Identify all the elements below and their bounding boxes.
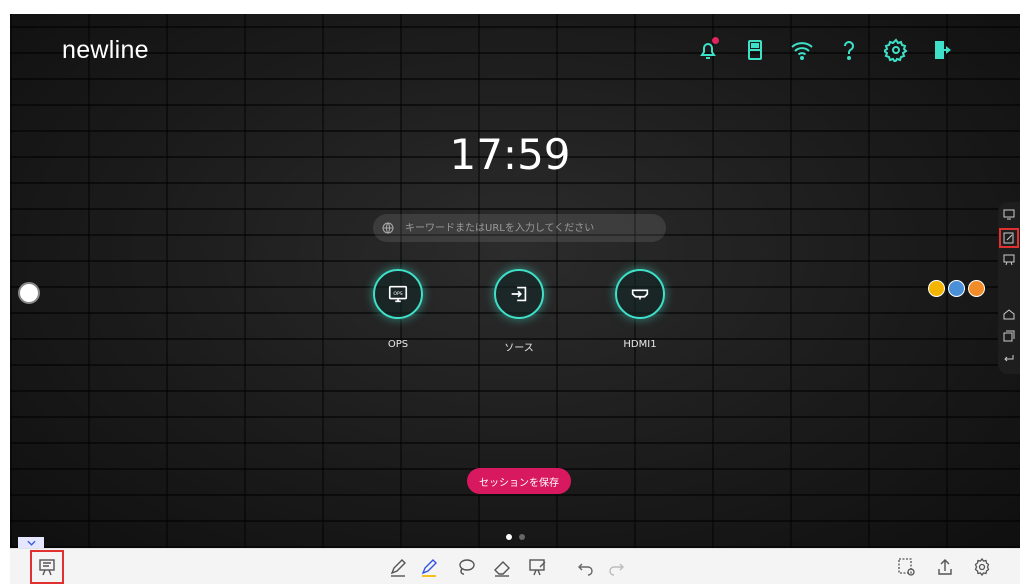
usb-button[interactable]: [737, 36, 773, 64]
exit-icon: [935, 41, 951, 59]
gear-icon: [974, 557, 990, 577]
settings-button[interactable]: [878, 36, 914, 64]
screen-annotate-icon: [529, 559, 546, 576]
lasso-button[interactable]: [453, 554, 479, 580]
app-ops[interactable]: OPS OPS: [358, 269, 438, 350]
hdmi-button[interactable]: [615, 269, 665, 319]
collapse-toolbar-button[interactable]: [18, 537, 44, 548]
quick-app-2-icon[interactable]: [948, 280, 965, 297]
pencil-icon: [390, 559, 406, 577]
side-whiteboard-button[interactable]: [1001, 252, 1017, 268]
home-icon: [1003, 309, 1015, 320]
quick-app-1-icon[interactable]: [928, 280, 945, 297]
highlighter-button[interactable]: [416, 554, 442, 580]
whiteboard-icon: [1003, 254, 1015, 266]
status-bar: [690, 36, 972, 64]
ops-button[interactable]: OPS: [373, 269, 423, 319]
hdmi-icon: [631, 289, 649, 300]
redo-icon: [609, 563, 624, 576]
usb-icon: [748, 40, 762, 60]
pen-button[interactable]: [385, 554, 411, 580]
search-input[interactable]: [403, 221, 647, 235]
side-recent-button[interactable]: [1001, 328, 1017, 344]
exit-button[interactable]: [925, 36, 961, 64]
redo-button[interactable]: [604, 554, 630, 580]
save-session-button[interactable]: セッションを保存: [467, 468, 571, 494]
wifi-icon: [791, 42, 813, 60]
app-label: HDMI1: [623, 339, 657, 350]
desktop-screen: newline 17:59 OPS OPS: [10, 14, 1020, 548]
side-annotate-button[interactable]: [999, 228, 1019, 248]
monitor-icon: [1003, 209, 1015, 220]
clock: 17:59: [449, 130, 571, 179]
annotate-icon: [1003, 232, 1014, 244]
whiteboard-icon: [39, 559, 55, 576]
page-indicator: [506, 534, 525, 540]
app-label: ソース: [504, 343, 534, 354]
share-icon: [938, 559, 952, 575]
bottom-toolbar: [10, 548, 1020, 584]
side-home-button[interactable]: [1001, 306, 1017, 322]
lasso-icon: [459, 559, 475, 575]
screenshot-button[interactable]: [894, 554, 920, 580]
notification-button[interactable]: [690, 36, 726, 64]
back-icon: [1004, 355, 1014, 362]
eraser-button[interactable]: [489, 554, 515, 580]
help-icon: [844, 41, 854, 60]
page-dot[interactable]: [506, 534, 512, 540]
toolbar-settings-button[interactable]: [969, 554, 995, 580]
page-dot[interactable]: [519, 534, 525, 540]
share-button[interactable]: [932, 554, 958, 580]
search-bar[interactable]: [373, 214, 666, 242]
wifi-button[interactable]: [784, 36, 820, 64]
quick-apps: [928, 280, 985, 297]
side-toolbar: [998, 202, 1020, 374]
notification-badge: [712, 37, 719, 44]
windows-icon: [1003, 330, 1015, 342]
app-label: OPS: [387, 339, 409, 350]
source-icon: [511, 286, 527, 302]
undo-button[interactable]: [572, 554, 598, 580]
side-source-button[interactable]: [1001, 206, 1017, 222]
screenshot-icon: [898, 558, 915, 576]
undo-icon: [578, 563, 593, 576]
settings-icon: [884, 38, 908, 62]
source-button[interactable]: [494, 269, 544, 319]
chevron-down-icon: [26, 540, 36, 546]
svg-text:OPS: OPS: [393, 291, 402, 297]
app-source[interactable]: ソース: [479, 269, 559, 354]
newline-logo: newline: [62, 36, 149, 64]
ops-icon: OPS: [388, 285, 408, 303]
side-back-button[interactable]: [1001, 350, 1017, 366]
floating-menu-ball-left[interactable]: [18, 282, 40, 304]
app-hdmi1[interactable]: HDMI1: [600, 269, 680, 350]
quick-app-3-icon[interactable]: [968, 280, 985, 297]
highlighter-icon: [421, 559, 437, 577]
whiteboard-button[interactable]: [30, 550, 64, 584]
screen-annotate-button[interactable]: [525, 554, 551, 580]
eraser-icon: [494, 561, 510, 577]
globe-icon: [382, 222, 394, 234]
help-button[interactable]: [831, 36, 867, 64]
